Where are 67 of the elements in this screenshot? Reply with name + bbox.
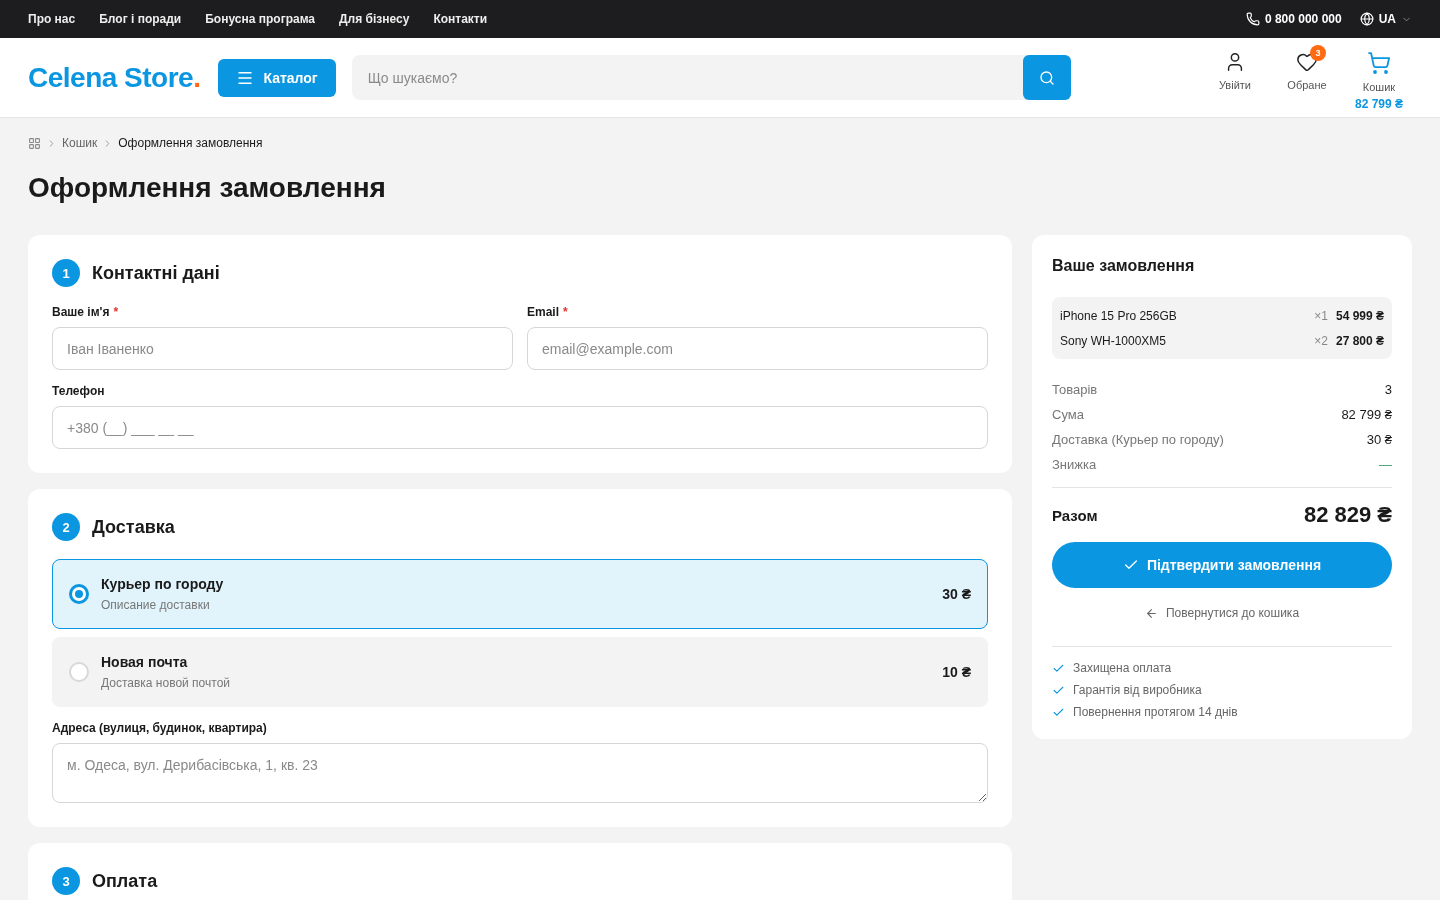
option-description: Описание доставки <box>101 598 211 612</box>
field-label: Адреса (вулиця, будинок, квартира) <box>52 721 268 735</box>
breadcrumb-link[interactable]: Кошик <box>62 136 98 150</box>
search-button[interactable] <box>1022 55 1071 100</box>
summary-label: Знижка <box>1052 457 1097 472</box>
section-title: Доставка <box>92 516 175 538</box>
field-label: Телефон <box>52 384 106 398</box>
item-price: 54 999 ₴ <box>1335 308 1384 323</box>
summary-value: 3 <box>1384 382 1392 397</box>
heart-icon <box>1296 51 1318 73</box>
breadcrumb-link[interactable]: Оформлення замовлення <box>118 136 263 150</box>
language-selector[interactable]: UA <box>1359 12 1412 26</box>
guarantee-text: Захищена оплата <box>1073 661 1172 675</box>
top-nav-link[interactable]: Бонусна програма <box>205 12 316 26</box>
step-number: 1 <box>52 259 80 287</box>
field-label: Ваше ім'я * <box>52 305 120 319</box>
summary-label: Товарів <box>1052 382 1098 397</box>
cart-icon <box>1367 51 1391 75</box>
cart-link[interactable]: Кошик 82 799 ₴ <box>1354 44 1404 111</box>
option-description: Доставка новой почтой <box>101 676 232 690</box>
guarantee-text: Гарантія від виробника <box>1073 683 1202 697</box>
total-label: Разом <box>1052 506 1098 524</box>
delivery-option[interactable]: Курьер по городу Описание доставки 30 ₴ <box>52 559 988 629</box>
phone-number: 0 800 000 000 <box>1264 12 1342 26</box>
arrow-left-icon <box>1144 606 1158 620</box>
summary-value: 82 799 ₴ <box>1341 407 1392 422</box>
summary-value: — <box>1379 457 1392 472</box>
guarantee-text: Повернення протягом 14 днів <box>1073 705 1238 719</box>
option-title: Новая почта <box>101 654 189 670</box>
step-number: 2 <box>52 513 80 541</box>
search-icon <box>1038 69 1055 86</box>
option-price: 10 ₴ <box>942 664 971 680</box>
radio-button[interactable] <box>69 584 89 604</box>
top-nav-link[interactable]: Для бізнесу <box>339 12 410 26</box>
item-quantity: ×2 <box>1314 333 1328 348</box>
top-nav-link[interactable]: Блог і поради <box>99 12 182 26</box>
top-nav-link[interactable]: Про нас <box>28 12 76 26</box>
input-field[interactable]: +380 (__) ___ __ __ <box>52 406 988 449</box>
page-title: Оформлення замовлення <box>28 171 387 205</box>
summary-label: Доставка (Курьер по городу) <box>1052 432 1224 447</box>
home-icon[interactable] <box>28 136 41 150</box>
cart-amount: 82 799 ₴ <box>1354 97 1403 111</box>
total-value: 82 829 ₴ <box>1303 502 1392 528</box>
globe-icon <box>1359 12 1374 26</box>
summary-title: Ваше замовлення <box>1052 257 1196 275</box>
option-title: Курьер по городу <box>101 576 225 592</box>
section-title: Контактні дані <box>92 262 220 284</box>
favorites-link[interactable]: 3 Обране <box>1282 44 1332 91</box>
field-label: Email * <box>527 305 569 319</box>
step-number: 3 <box>52 867 80 895</box>
phone-icon <box>1245 12 1260 26</box>
top-nav-link[interactable]: Контакти <box>433 12 488 26</box>
back-to-cart-link[interactable]: Повернутися до кошика <box>1144 606 1300 620</box>
user-link[interactable]: Увійти <box>1210 44 1260 91</box>
input-field[interactable]: Іван Іваненко <box>52 327 513 370</box>
address-field[interactable]: м. Одеса, вул. Дерибасівська, 1, кв. 23 <box>52 743 988 803</box>
option-price: 30 ₴ <box>942 586 971 602</box>
section-title: Оплата <box>92 870 158 892</box>
delivery-option[interactable]: Новая почта Доставка новой почтой 10 ₴ <box>52 637 988 707</box>
item-name: Sony WH-1000XM5 <box>1060 333 1168 348</box>
item-quantity: ×1 <box>1314 308 1328 323</box>
item-name: iPhone 15 Pro 256GB <box>1060 308 1178 323</box>
summary-value: 30 ₴ <box>1366 432 1392 447</box>
count-badge: 3 <box>1310 45 1326 61</box>
summary-label: Сума <box>1052 407 1084 422</box>
input-field[interactable]: email@example.com <box>527 327 988 370</box>
item-price: 27 800 ₴ <box>1335 333 1384 348</box>
